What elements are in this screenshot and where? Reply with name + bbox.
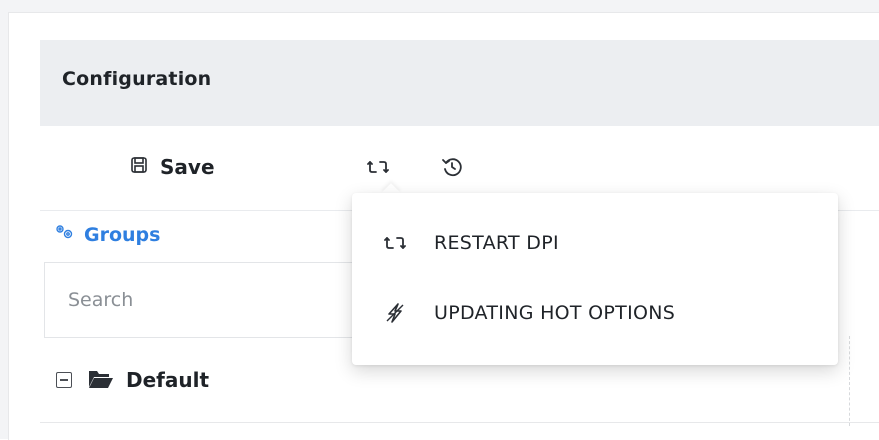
restart-icon[interactable] — [364, 154, 392, 180]
gears-icon — [54, 223, 76, 246]
search-input[interactable] — [45, 263, 384, 337]
divider — [40, 422, 879, 423]
divider — [849, 336, 850, 426]
menu-item-updating-hot-options[interactable]: UPDATING HOT OPTIONS — [352, 283, 838, 343]
tree-item-label: Default — [126, 368, 210, 392]
save-button[interactable]: Save — [130, 154, 215, 180]
menu-item-label: UPDATING HOT OPTIONS — [434, 302, 676, 324]
folder-open-icon — [88, 368, 114, 390]
save-icon — [130, 156, 148, 178]
search-box — [44, 262, 384, 338]
save-button-label: Save — [160, 155, 215, 179]
page-title: Configuration — [62, 68, 212, 90]
app-background: Configuration Save Groups Search Default… — [0, 0, 879, 440]
collapse-toggle-icon[interactable] — [56, 372, 72, 388]
menu-item-label: RESTART DPI — [434, 232, 559, 254]
actions-dropdown-menu: RESTART DPI UPDATING HOT OPTIONS — [352, 193, 838, 365]
restart-icon — [382, 233, 408, 253]
groups-label: Groups — [84, 223, 161, 246]
menu-item-restart-dpi[interactable]: RESTART DPI — [352, 213, 838, 273]
groups-link[interactable]: Groups — [54, 223, 160, 246]
history-icon[interactable] — [438, 154, 466, 180]
bolt-icon — [382, 303, 408, 323]
configuration-header: Configuration — [40, 40, 879, 126]
